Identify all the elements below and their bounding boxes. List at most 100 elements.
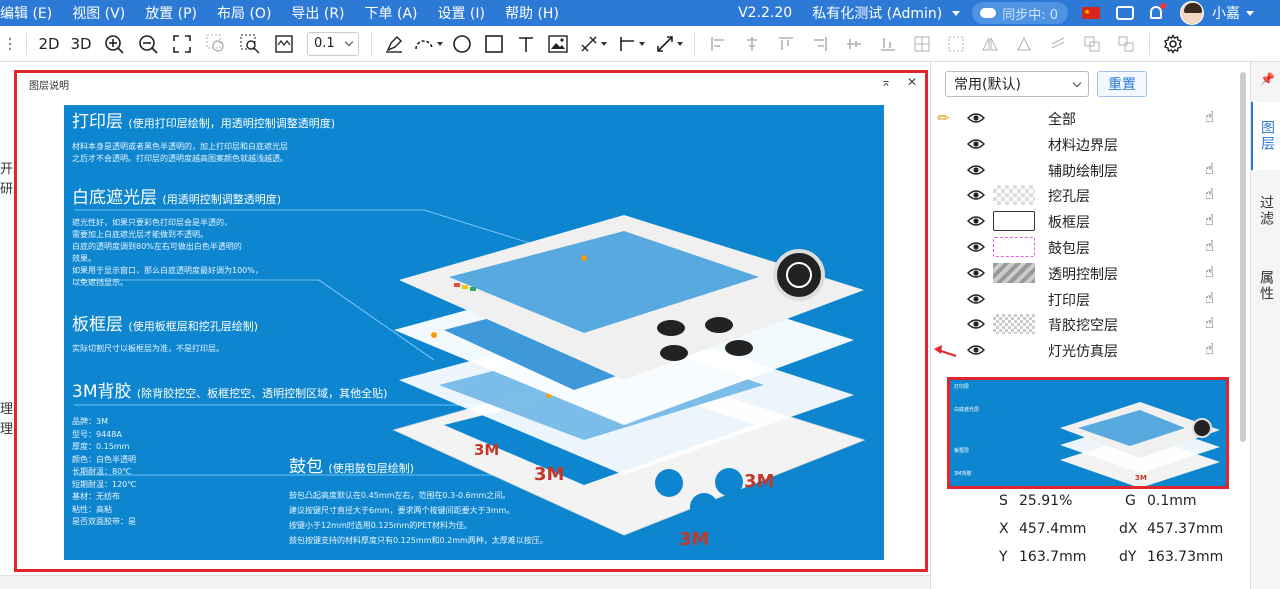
layer-name: 板框层 xyxy=(1048,215,1090,232)
menu-view[interactable]: 视图 (V) xyxy=(62,3,135,23)
align-right-icon[interactable] xyxy=(803,26,837,62)
menu-place[interactable]: 放置 (P) xyxy=(135,3,207,23)
align-left-icon[interactable] xyxy=(701,26,735,62)
minimize-icon[interactable]: ⌅ xyxy=(881,75,891,89)
image-tool-icon[interactable] xyxy=(542,26,574,62)
tab-layers[interactable]: 图层 xyxy=(1251,102,1280,170)
eye-icon[interactable] xyxy=(967,241,985,253)
tab-filter[interactable]: 过滤 xyxy=(1251,177,1280,245)
chevron-down-icon[interactable] xyxy=(952,10,961,16)
align-top-icon[interactable] xyxy=(769,26,803,62)
chat-icon[interactable] xyxy=(1116,6,1134,20)
layer-row[interactable]: 板框层 ☝ xyxy=(931,208,1231,234)
layer-row[interactable]: 辅助绘制层 ☝ xyxy=(931,157,1231,183)
layer-row[interactable]: 材料边界层 xyxy=(931,131,1231,157)
menu-export[interactable]: 导出 (R) xyxy=(281,3,354,23)
preset-value: 常用(默认) xyxy=(954,77,1021,93)
eye-icon[interactable] xyxy=(967,318,985,330)
rectangle-tool-icon[interactable] xyxy=(478,26,510,62)
view-3d-button[interactable]: 3D xyxy=(65,26,97,62)
hand-icon[interactable]: ☝ xyxy=(1205,211,1214,229)
hand-icon[interactable]: ☝ xyxy=(1205,185,1214,203)
body-line: 鼓包按键支持的材料厚度只有0.125mm和0.2mm两种，太厚难以按压。 xyxy=(289,536,548,545)
avatar[interactable] xyxy=(1180,1,1204,25)
zoom-out-icon[interactable] xyxy=(131,26,165,62)
ruler-icon[interactable] xyxy=(267,26,301,62)
menu-layout[interactable]: 布局 (O) xyxy=(207,3,281,23)
eye-icon[interactable] xyxy=(967,344,985,356)
circle-tool-icon[interactable] xyxy=(446,26,478,62)
body-line: 白底的透明度调到80%左右可做出白色半透明的 xyxy=(72,242,242,251)
layer-row[interactable]: 鼓包层 ☝ xyxy=(931,234,1231,260)
menu-edit[interactable]: 编辑 (E) xyxy=(0,3,62,23)
grid-size-select[interactable]: 0.1 xyxy=(307,31,359,56)
align-bottom-icon[interactable] xyxy=(871,26,905,62)
view-2d-button[interactable]: 2D xyxy=(33,26,65,62)
dimension-tool-icon[interactable] xyxy=(574,26,612,62)
arc-tool-icon[interactable] xyxy=(410,26,446,62)
hand-icon[interactable]: ☝ xyxy=(1205,237,1214,255)
reset-button[interactable]: 重置 xyxy=(1097,71,1147,97)
username[interactable]: 小嘉 xyxy=(1212,3,1240,23)
x-value: 457.4mm xyxy=(1019,521,1087,537)
chevron-down-icon[interactable] xyxy=(1246,10,1254,16)
layer-preview-thumbnail[interactable]: 打印层 白底遮光层 板框层 3M背胶 3M xyxy=(947,377,1229,489)
diagonal-dimension-icon[interactable] xyxy=(650,26,688,62)
hand-icon[interactable]: ☝ xyxy=(1205,289,1214,307)
flip-h-icon[interactable] xyxy=(973,26,1007,62)
eye-icon[interactable] xyxy=(967,189,985,201)
menu-settings[interactable]: 设置 (I) xyxy=(427,3,495,23)
china-flag-icon[interactable] xyxy=(1082,7,1100,19)
sync-status-button[interactable]: 同步中: 0 xyxy=(972,2,1068,24)
vertical-dimension-icon[interactable] xyxy=(612,26,650,62)
zoom-in-icon[interactable] xyxy=(97,26,131,62)
layer-preset-select[interactable]: 常用(默认) xyxy=(945,71,1089,97)
menu-order[interactable]: 下单 (A) xyxy=(355,3,428,23)
eye-icon[interactable] xyxy=(967,215,985,227)
zoom-area-icon[interactable] xyxy=(233,26,267,62)
eye-icon[interactable] xyxy=(967,112,985,124)
mirror-icon[interactable] xyxy=(1041,26,1075,62)
drag-handle-icon[interactable] xyxy=(0,26,20,62)
eye-icon[interactable] xyxy=(967,293,985,305)
distribute-v-icon[interactable] xyxy=(939,26,973,62)
align-middle-icon[interactable] xyxy=(837,26,871,62)
menu-help[interactable]: 帮助 (H) xyxy=(495,3,569,23)
layer-row[interactable]: 打印层 ☝ xyxy=(931,286,1231,312)
layer-row[interactable]: ✏ 全部 ☝ xyxy=(931,105,1231,131)
distribute-h-icon[interactable] xyxy=(905,26,939,62)
bell-icon[interactable] xyxy=(1148,3,1166,21)
hand-icon[interactable]: ☝ xyxy=(1205,340,1214,358)
text-tool-icon[interactable] xyxy=(510,26,542,62)
eye-icon[interactable] xyxy=(967,138,985,150)
pin-icon[interactable]: 📌 xyxy=(1260,72,1275,86)
horizontal-scrollbar[interactable] xyxy=(0,575,930,589)
fit-screen-icon[interactable] xyxy=(165,26,199,62)
layer-row[interactable]: 挖孔层 ☝ xyxy=(931,182,1231,208)
hand-icon[interactable]: ☝ xyxy=(1205,314,1214,332)
cloud-icon xyxy=(980,8,997,18)
layer-swatch xyxy=(993,262,1035,283)
close-icon[interactable]: ✕ xyxy=(907,75,917,89)
align-center-icon[interactable] xyxy=(735,26,769,62)
flip-v-icon[interactable] xyxy=(1007,26,1041,62)
eye-icon[interactable] xyxy=(967,164,985,176)
ungroup-icon[interactable] xyxy=(1109,26,1143,62)
hand-icon[interactable]: ☝ xyxy=(1205,263,1214,281)
group-icon[interactable] xyxy=(1075,26,1109,62)
pen-tool-icon[interactable] xyxy=(378,26,410,62)
hand-icon[interactable]: ☝ xyxy=(1205,160,1214,178)
zoom-selection-icon[interactable] xyxy=(199,26,233,62)
eye-icon[interactable] xyxy=(967,267,985,279)
scale-value: 25.91% xyxy=(1019,493,1073,509)
tab-properties[interactable]: 属性 xyxy=(1251,252,1280,320)
hand-icon[interactable]: ☝ xyxy=(1205,108,1214,126)
layer-row[interactable]: 灯光仿真层 ☝ xyxy=(931,337,1231,363)
layer-row[interactable]: 透明控制层 ☝ xyxy=(931,260,1231,286)
gear-icon[interactable] xyxy=(1156,26,1190,62)
pencil-icon[interactable]: ✏ xyxy=(937,109,950,127)
version-label: V2.2.20 xyxy=(738,5,793,21)
org-selector[interactable]: 私有化测试 (Admin) xyxy=(812,3,942,23)
layer-row[interactable]: 背胶挖空层 ☝ xyxy=(931,311,1231,337)
panel-scrollbar[interactable] xyxy=(1240,72,1246,442)
